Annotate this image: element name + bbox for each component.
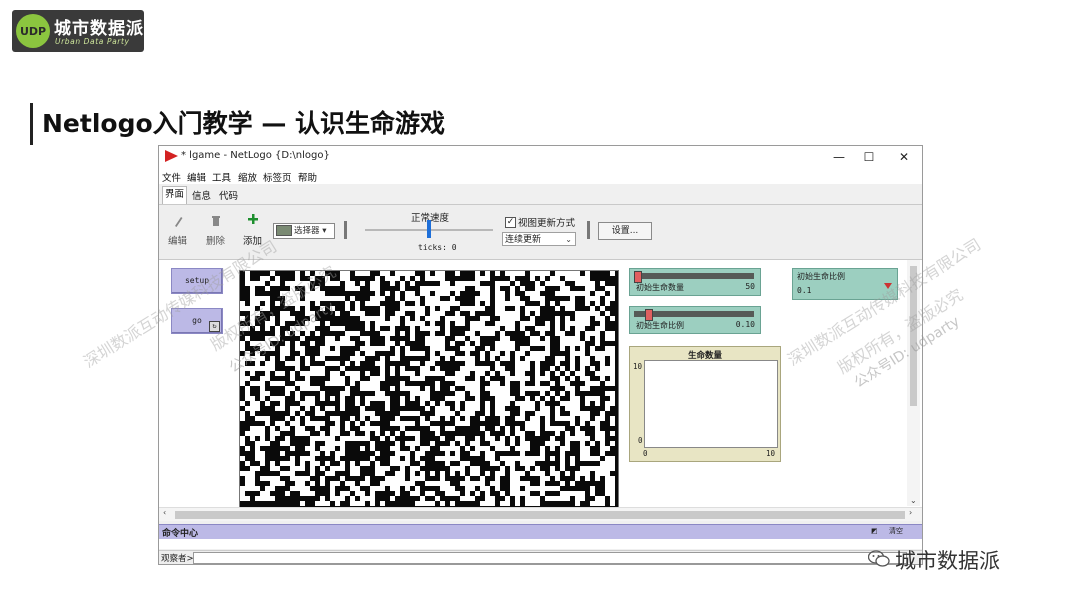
edit-button[interactable]: 编辑 — [168, 233, 187, 247]
window-title: * lgame - NetLogo {D:\nlogo} — [181, 150, 330, 161]
trash-icon[interactable] — [211, 215, 221, 227]
horizontal-scrollbar[interactable]: ‹ › — [159, 507, 922, 521]
command-center-header[interactable]: 命令中心 ◩ 清空 — [159, 524, 922, 539]
title-accent-bar — [30, 103, 33, 145]
input-value[interactable]: 0.1 — [797, 286, 811, 295]
logo-subtitle: Urban Data Party — [55, 37, 130, 46]
chevron-down-icon: ⌄ — [565, 235, 572, 244]
toolbar-divider — [344, 221, 347, 239]
chooser-label: 选择器 — [294, 226, 320, 236]
horizontal-scroll-thumb[interactable] — [175, 511, 905, 519]
vertical-scrollbar[interactable]: ⌄ — [907, 260, 920, 506]
go-button-label: go — [192, 316, 202, 325]
tab-code[interactable]: 代码 — [217, 188, 240, 202]
menu-edit[interactable]: 编辑 — [187, 170, 206, 184]
update-mode-value: 连续更新 — [505, 235, 542, 245]
menu-help[interactable]: 帮助 — [298, 170, 317, 184]
command-output — [159, 539, 922, 549]
tab-bar: 界面 信息 代码 — [159, 184, 922, 205]
menu-zoom[interactable]: 缩放 — [238, 170, 257, 184]
slider-name: 初始生命比例 — [636, 321, 684, 330]
dock-toggle-icon[interactable]: ◩ — [871, 526, 878, 537]
netlogo-app-icon — [165, 150, 178, 162]
plot-area — [644, 360, 778, 448]
scroll-down-icon[interactable]: ⌄ — [910, 496, 917, 505]
observer-prompt[interactable]: 观察者> — [161, 552, 194, 564]
menu-bar: 文件 编辑 工具 缩放 标签页 帮助 — [159, 168, 922, 184]
speed-slider-thumb[interactable] — [427, 220, 431, 238]
slide-title: Netlogo入门教学 — 认识生命游戏 — [42, 109, 446, 138]
widget-chooser[interactable]: 选择器 ▾ — [273, 223, 335, 239]
menu-tools[interactable]: 工具 — [212, 170, 231, 184]
input-name: 初始生命比例 — [797, 272, 845, 281]
interface-canvas: setup go ↻ 初始生命数量 50 初始生命比例 0.10 生命数量 10… — [159, 260, 922, 521]
tab-interface[interactable]: 界面 — [162, 186, 188, 204]
settings-button[interactable]: 设置... — [598, 222, 652, 240]
world-view[interactable] — [239, 270, 619, 509]
slider-value: 50 — [745, 282, 755, 291]
population-plot[interactable]: 生命数量 10 0 0 10 — [629, 346, 781, 462]
menu-file[interactable]: 文件 — [162, 170, 181, 184]
logo-mark-icon: UDP — [16, 14, 50, 48]
update-mode-select[interactable]: 连续更新 ⌄ — [502, 232, 576, 246]
minimize-button[interactable]: — — [829, 148, 849, 166]
wechat-icon — [868, 550, 890, 567]
menu-tabs[interactable]: 标签页 — [263, 170, 292, 184]
delete-button[interactable]: 删除 — [206, 233, 225, 247]
input-initial-ratio[interactable]: 初始生命比例 0.1 — [792, 268, 898, 300]
slider-initial-ratio[interactable]: 初始生命比例 0.10 — [629, 306, 761, 334]
add-button[interactable]: 添加 — [243, 233, 262, 247]
world-patches — [240, 271, 615, 506]
slider-track — [634, 273, 754, 279]
chevron-down-icon: ▾ — [319, 226, 327, 236]
ticks-counter: ticks: 0 — [418, 243, 457, 252]
netlogo-window: * lgame - NetLogo {D:\nlogo} — ☐ ✕ 文件 编辑… — [158, 145, 923, 565]
plot-x-max: 10 — [766, 449, 776, 458]
view-update-checkbox[interactable]: ✓ — [505, 217, 516, 228]
plot-y-max: 10 — [633, 362, 643, 371]
brand-logo: UDP 城市数据派 Urban Data Party — [12, 10, 144, 52]
command-input-row: 观察者> — [159, 550, 922, 564]
plot-x-min: 0 — [643, 449, 648, 458]
add-plus-icon[interactable] — [247, 213, 259, 225]
plot-y-min: 0 — [638, 436, 643, 445]
scroll-right-icon[interactable]: › — [909, 508, 912, 517]
logo-title: 城市数据派 — [54, 19, 144, 39]
slider-name: 初始生命数量 — [636, 283, 684, 292]
vertical-scroll-thumb[interactable] — [910, 266, 917, 406]
slider-initial-population[interactable]: 初始生命数量 50 — [629, 268, 761, 296]
dropdown-arrow-icon[interactable] — [884, 283, 892, 289]
command-center-label: 命令中心 — [162, 529, 199, 539]
setup-button[interactable]: setup — [171, 268, 223, 294]
window-titlebar[interactable]: * lgame - NetLogo {D:\nlogo} — ☐ ✕ — [159, 146, 922, 168]
command-input[interactable] — [193, 552, 907, 564]
slider-value: 0.10 — [735, 320, 755, 329]
clear-button[interactable]: 清空 — [889, 526, 903, 537]
footer-brand-name: 城市数据派 — [895, 549, 1000, 573]
pencil-icon[interactable] — [173, 215, 183, 227]
tab-info[interactable]: 信息 — [190, 188, 213, 202]
close-button[interactable]: ✕ — [894, 148, 914, 166]
scroll-left-icon[interactable]: ‹ — [163, 508, 166, 517]
interface-toolbar: 编辑 删除 添加 选择器 ▾ 正常速度 ticks: 0 ✓ 视图更新方式 连续… — [159, 205, 922, 260]
go-button[interactable]: go ↻ — [171, 308, 223, 334]
view-update-label: 视图更新方式 — [518, 218, 576, 229]
chooser-swatch-icon — [276, 225, 292, 236]
toolbar-divider — [587, 221, 590, 239]
forever-loop-icon: ↻ — [209, 321, 220, 332]
maximize-button[interactable]: ☐ — [859, 148, 879, 166]
